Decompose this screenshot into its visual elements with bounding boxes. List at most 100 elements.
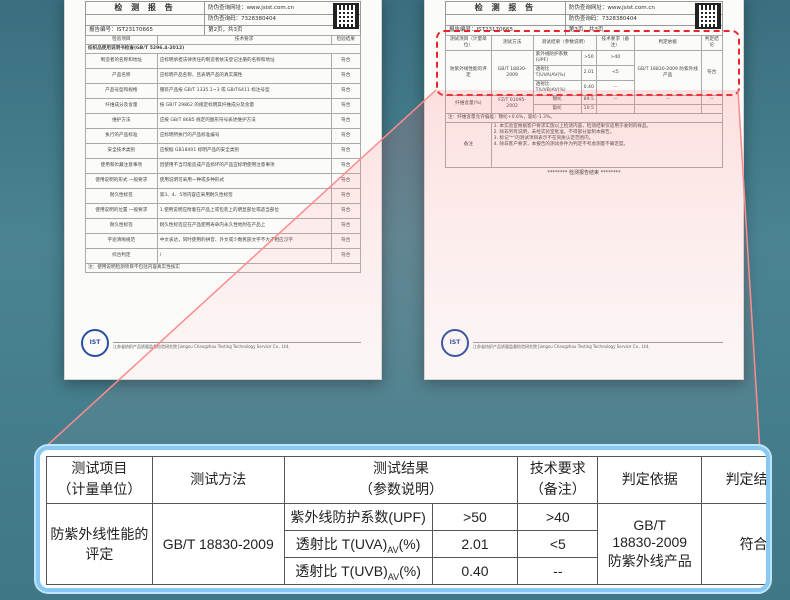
- table-cell: 耐久性标签应在产品使用寿命内永久性地附在产品上: [156, 217, 332, 234]
- col-header: 技术要求: [156, 35, 332, 45]
- fiber-note: 注：纤维含量允许偏差：锦纶+0.6%，氨纶-1.3%。: [445, 112, 723, 123]
- table-cell: 因使用不当可能造成产品损坏的产品宜标明使用注意事项: [156, 157, 332, 174]
- header-test-result: 测试结果 （参数说明）: [283, 456, 519, 504]
- remarks-label: 备注: [445, 121, 492, 168]
- table-row: 产品名称 应标明产品名称，且表明产品的真实属性 符合: [85, 67, 362, 84]
- table-cell: 符合: [330, 142, 362, 159]
- table-cell: 使用说明的位置 一般要求: [85, 202, 158, 219]
- table-cell: 符合: [330, 97, 362, 114]
- table-cell: 纤维成分及含量: [85, 97, 158, 114]
- uva-req: <5: [517, 530, 599, 558]
- report-title: 检 测 报 告: [84, 0, 206, 16]
- qr-code-icon: [333, 3, 359, 29]
- uvb-label: 透射比 T(UVB)AV(%): [283, 557, 433, 585]
- fiber-value: 89.5: [580, 94, 597, 105]
- table-cell: 按 GB/T 29862 的规定标明其纤维成分及含量: [156, 97, 332, 114]
- table-row: 使用说明的形式 一般要求 使用说明可采用一种或多种形式 符合: [85, 172, 362, 189]
- table-cell: 耐久性标签: [85, 187, 158, 204]
- table-cell: 应按 GB/T 8685 规定的图形符号表述维护方法: [156, 112, 332, 129]
- method-cell: GB/T 18830-2009: [151, 503, 285, 585]
- table-cell: 符合: [330, 82, 362, 99]
- header-requirement: 技术要求 （备注）: [517, 456, 599, 504]
- zoomed-table: 测试项目 （计量单位） 测试方法 测试结果 （参数说明） 技术要求 （备注） 判定依据…: [36, 446, 770, 592]
- table-cell: 符合: [330, 217, 362, 234]
- table-cell: 第3、4、5项内容应采用耐久性标签: [156, 187, 332, 204]
- table-cell: 服装产品按 GB/T 1335.1~3 或 GB/T6411 标注号型: [156, 82, 332, 99]
- report-header: 检 测 报 告 防伪查询网址：www.jsist.com.cn 防伪查询码：73…: [84, 0, 361, 36]
- table-cell: 产品名称: [85, 67, 158, 84]
- basis-cell: GB/T 18830-2009 防紫外线产品: [597, 503, 703, 585]
- table-row: 制造者的名称和地址 应标明承担法律责任的制造者依法登记注册的名称和地址 符合: [85, 52, 362, 69]
- table-cell: 使用和贮藏注意事项: [85, 157, 158, 174]
- fiber-name: 锦纶: [532, 94, 582, 105]
- ist-stamp-icon: IST: [81, 329, 109, 357]
- lab-name: 江苏省纺织产品质量监督检验研究院 Jiangsu Changzhou Testi…: [113, 341, 361, 349]
- uva-value: 2.01: [431, 530, 519, 558]
- table-row: 纤维成分及含量按 GB/T 29862 的规定标明其纤维成分及含量 符合: [85, 97, 362, 114]
- table-cell: 应标明所执行的产品标准编号: [156, 127, 332, 144]
- table-cell: 1.使用说明应附着在产品上或包装上的明显部位或适当部位: [156, 202, 332, 219]
- table-cell: 使用说明可采用一种或多种形式: [156, 172, 332, 189]
- upf-req: >40: [517, 503, 599, 531]
- qr-code-icon: [695, 3, 721, 29]
- header-basis: 判定依据: [597, 456, 703, 504]
- lab-name: 江苏省纺织产品质量监督检验研究院 Jiangsu Changzhou Testi…: [473, 341, 723, 349]
- table-cell: 符合: [330, 232, 362, 249]
- table-row: 耐久性标签 耐久性标签应在产品使用寿命内永久性地附在产品上 符合: [85, 217, 362, 234]
- uvb-value: 0.40: [431, 557, 519, 585]
- table-row: 字迹清晰规范 中文表达，同时使用的拼音、外文或少数民族文字不大于相应汉字 符合: [85, 232, 362, 249]
- table-cell: 符合: [330, 67, 362, 84]
- report-title: 检 测 报 告: [445, 0, 566, 16]
- report-end: ******** 检测报告结束 ********: [547, 169, 621, 176]
- conclusion-cell: 符合: [701, 503, 766, 585]
- upf-value: >50: [431, 503, 519, 531]
- report-page-2: 检 测 报 告 防伪查询网址：www.jsist.com.cn 防伪查询码：73…: [64, 0, 382, 380]
- fiber-method: FZ/T 01095-2002: [490, 94, 534, 114]
- header-conclusion: 判定结论: [701, 456, 766, 504]
- remark-item: 4. 除非客户要求，本报告的测试条件为判定不考虑测量不确定度。: [493, 141, 629, 147]
- report-number: 报告编号：IST23170665: [84, 24, 206, 36]
- table-row: 产品号型和规格 服装产品按 GB/T 1335.1~3 或 GB/T6411 标注…: [85, 82, 362, 99]
- section-title: 纺织品使用说明书检查(GB/T 5296.4-2012): [85, 43, 361, 54]
- report-header: 检 测 报 告 防伪查询网址：www.jsist.com.cn 防伪查询码：73…: [445, 0, 724, 36]
- ist-stamp-icon: IST: [441, 329, 469, 357]
- table-row: 维护方法 应按 GB/T 8685 规定的图形符号表述维护方法 符合: [85, 112, 362, 129]
- table-note: 注：使用说明检测项目不包括内容真实性核实: [85, 262, 361, 273]
- table-cell: 安全技术类别: [85, 142, 158, 159]
- usage-instructions-table: 检验项目 技术要求 检验结果 纺织品使用说明书检查(GB/T 5296.4-20…: [85, 35, 362, 273]
- col-header: 检验项目: [85, 35, 158, 45]
- remarks: 1. 本实验室根据客户要求实施以上检测内容，检测结果仅适用于收到的样品。 2. …: [490, 121, 724, 168]
- table-cell: 符合: [330, 172, 362, 189]
- uva-label: 透射比 T(UVA)AV(%): [283, 530, 433, 558]
- fiber-name: 氨纶: [532, 103, 582, 114]
- header-test-method: 测试方法: [151, 456, 285, 504]
- table-row: 综合判定 / 符合: [85, 247, 362, 264]
- table-cell: 应标明产品名称，且表明产品的真实属性: [156, 67, 332, 84]
- table-cell: 制造者的名称和地址: [85, 52, 158, 69]
- table-cell: 执行的产品标准: [85, 127, 158, 144]
- table-cell: 符合: [330, 187, 362, 204]
- table-cell: 中文表达，同时使用的拼音、外文或少数民族文字不大于相应汉字: [156, 232, 332, 249]
- header-test-item: 测试项目 （计量单位）: [46, 456, 153, 504]
- table-cell: 应根据 GB18401 标明产品的安全类别: [156, 142, 332, 159]
- table-cell: 符合: [330, 202, 362, 219]
- table-row: 耐久性标签 第3、4、5项内容应采用耐久性标签 符合: [85, 187, 362, 204]
- table-row: 执行的产品标准 应标明所执行的产品标准编号 符合: [85, 127, 362, 144]
- table-cell: 应标明承担法律责任的制造者依法登记注册的名称和地址: [156, 52, 332, 69]
- table-cell: 维护方法: [85, 112, 158, 129]
- table-cell: 符合: [330, 52, 362, 69]
- table-cell: 综合判定: [85, 247, 158, 264]
- table-cell: 符合: [330, 127, 362, 144]
- table-cell: 字迹清晰规范: [85, 232, 158, 249]
- upf-label: 紫外线防护系数(UPF): [283, 503, 433, 531]
- fiber-item: 纤维含量(%): [445, 94, 492, 114]
- table-cell: 符合: [330, 247, 362, 264]
- table-cell: 耐久性标签: [85, 217, 158, 234]
- highlight-box: [436, 30, 740, 96]
- uvb-req: --: [517, 557, 599, 585]
- table-cell: 使用说明的形式 一般要求: [85, 172, 158, 189]
- table-cell: 符合: [330, 112, 362, 129]
- table-row: 使用说明的位置 一般要求 1.使用说明应附着在产品上或包装上的明显部位或适当部位符…: [85, 202, 362, 219]
- uv-item-cell: 防紫外线性能的 评定: [46, 503, 153, 585]
- table-row: 使用和贮藏注意事项 因使用不当可能造成产品损坏的产品宜标明使用注意事项 符合: [85, 157, 362, 174]
